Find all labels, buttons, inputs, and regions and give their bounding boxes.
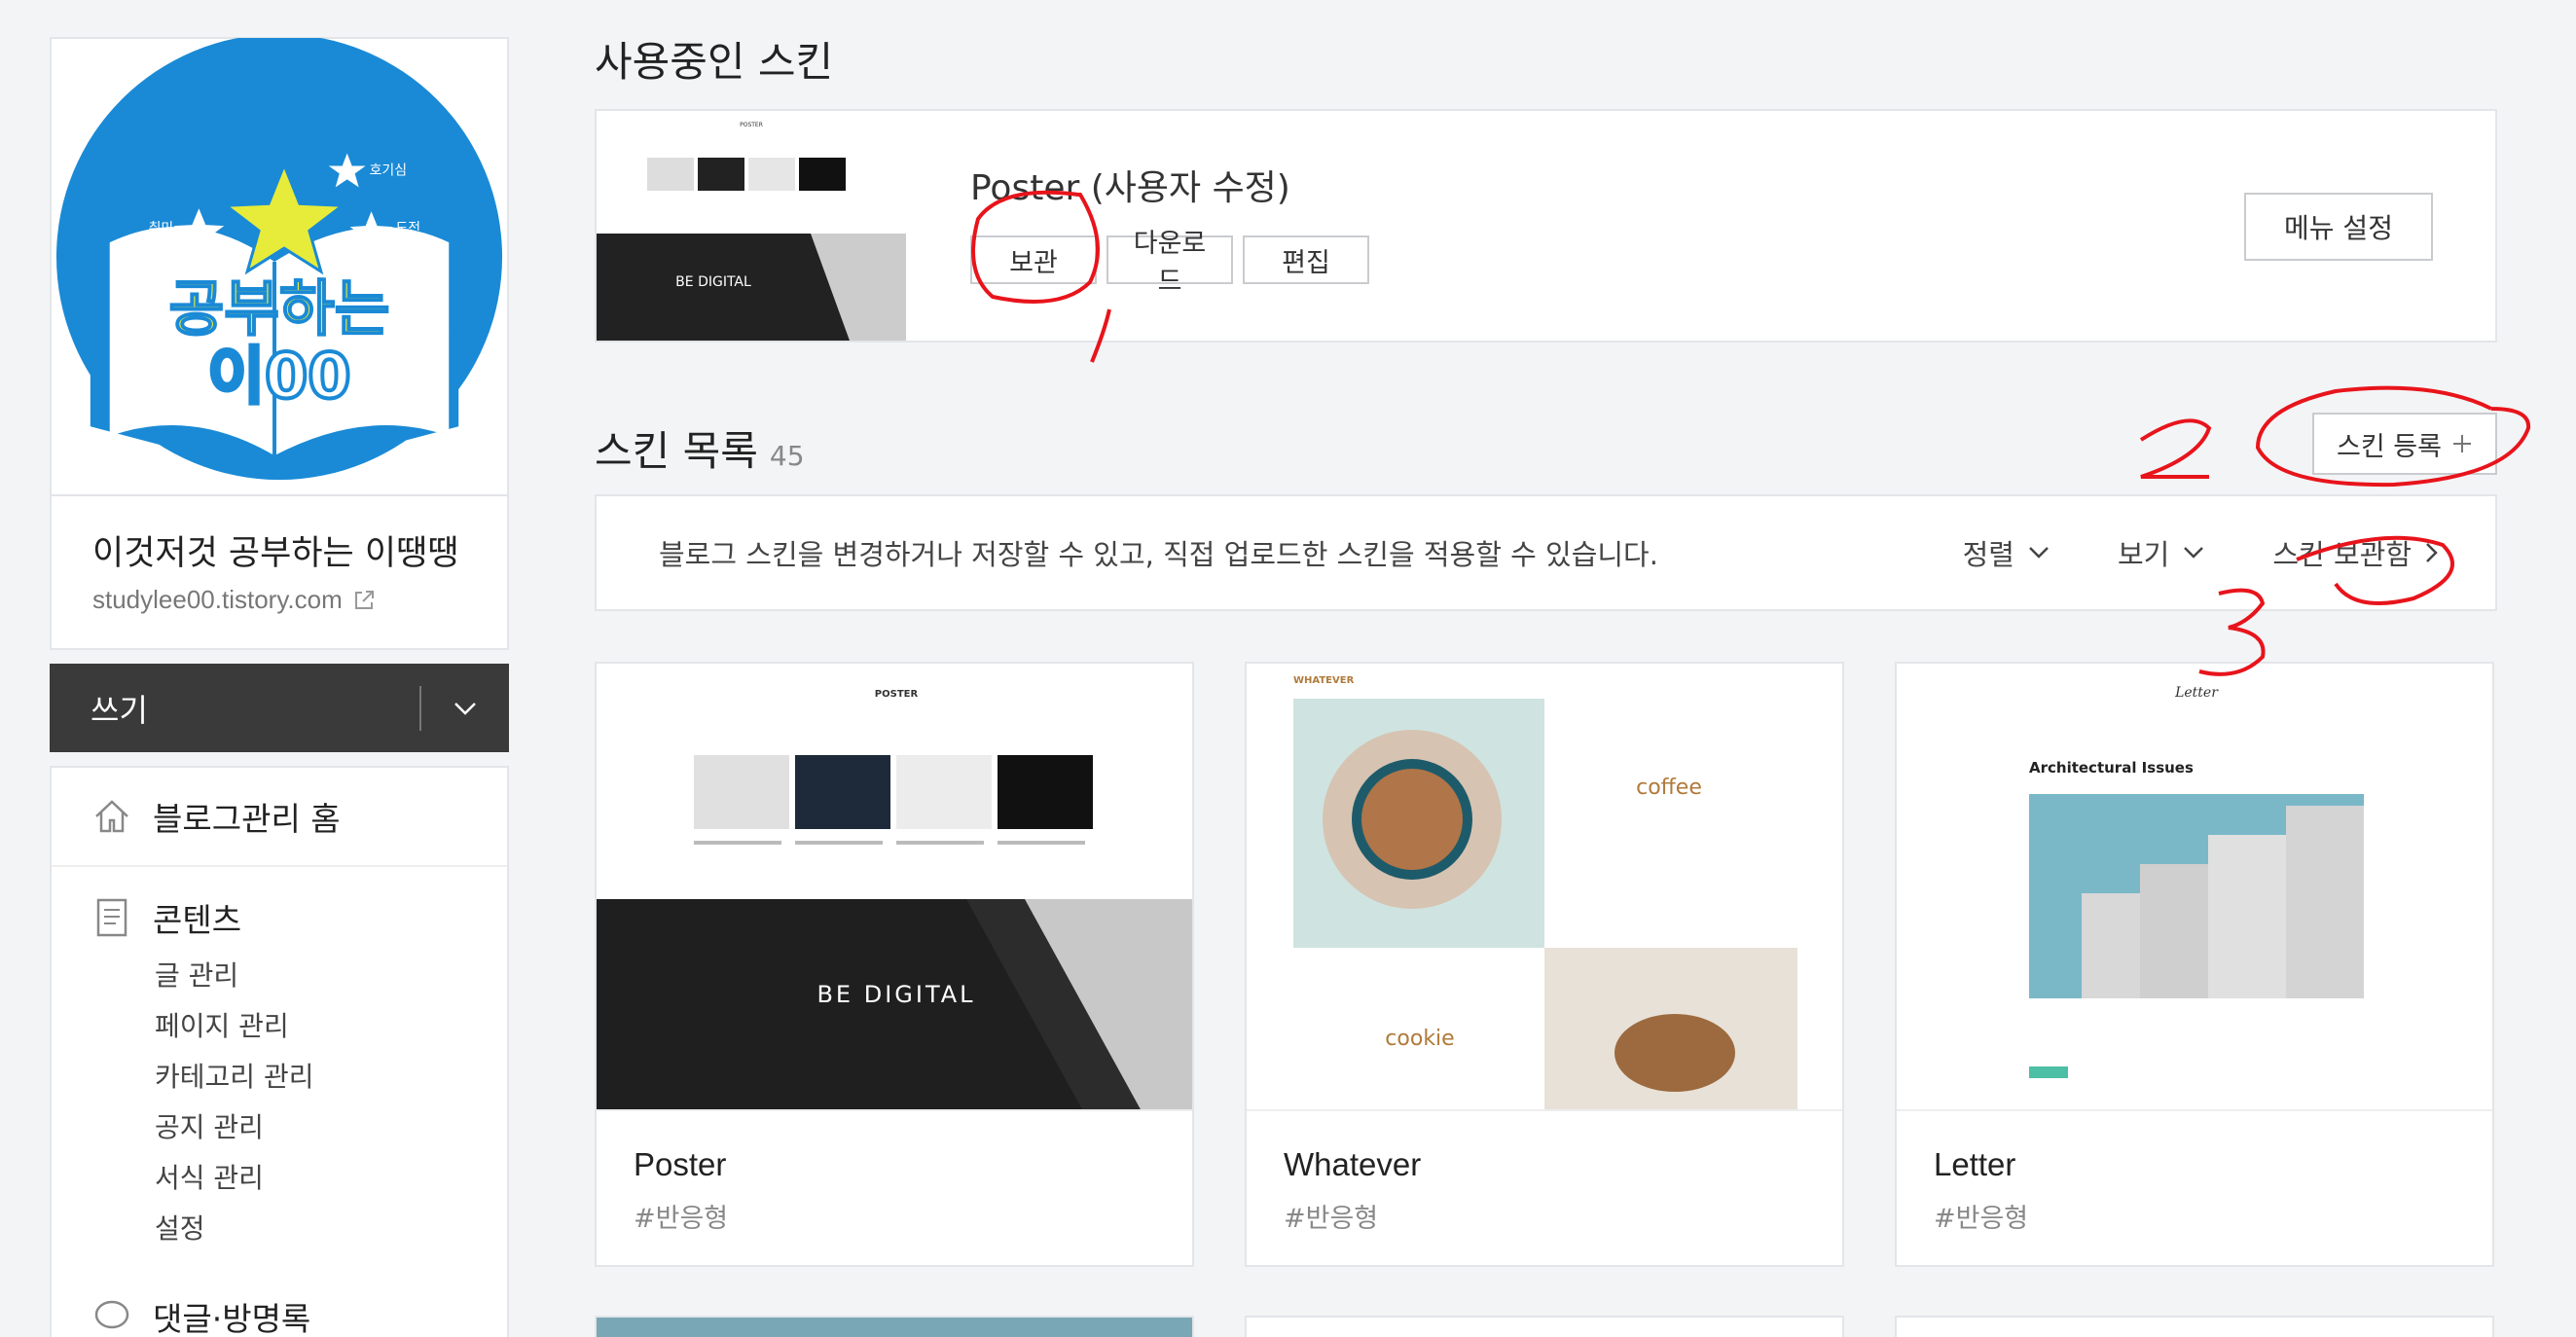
whatever-thumbnail-image: WHATEVER coffee cookie <box>1247 664 1842 1109</box>
skin-card[interactable]: Letter Architectural Issues Letter #반응형 <box>1895 662 2494 1267</box>
menu-item-notices[interactable]: 공지 관리 <box>155 1102 466 1153</box>
home-icon <box>95 800 128 833</box>
sort-label: 정렬 <box>1962 538 2014 571</box>
menu-blog-home-label: 블로그관리 홈 <box>153 800 341 838</box>
menu-contents-head[interactable]: 콘텐츠 <box>92 894 466 941</box>
skin-register-button[interactable]: 스킨 등록 <box>2312 413 2497 475</box>
letter-thumb-article: Architectural Issues <box>2029 759 2194 777</box>
skin-card[interactable] <box>1895 1316 2494 1337</box>
skin-card[interactable] <box>1245 1316 1844 1337</box>
skin-card[interactable] <box>595 1316 1194 1337</box>
skin-archive-link[interactable]: 스킨 보관함 <box>2272 532 2439 573</box>
skin-card-name: Poster <box>634 1146 727 1182</box>
profile-card: 호기심 취미 도전 공부하는 이00 이것저것 공부하는 이땡땡 studyle… <box>50 37 509 650</box>
menu-item-settings[interactable]: 설정 <box>155 1204 466 1254</box>
cs-thumb-hero: BE DIGITAL <box>675 274 751 290</box>
skin-card-name: Letter <box>1934 1146 2016 1182</box>
view-label: 보기 <box>2118 538 2170 571</box>
menu-item-categories[interactable]: 카테고리 관리 <box>155 1052 466 1102</box>
current-skin-thumbnail: POSTER BE DIGITAL <box>597 111 906 341</box>
sidebar: 호기심 취미 도전 공부하는 이00 이것저것 공부하는 이땡땡 studyle… <box>50 37 509 1337</box>
menu-contents-label: 콘텐츠 <box>153 901 242 939</box>
skin-archive-label: 스킨 보관함 <box>2272 538 2412 571</box>
blog-logo-image: 호기심 취미 도전 공부하는 이00 <box>56 38 502 480</box>
comment-icon <box>94 1300 129 1329</box>
sort-dropdown[interactable]: 정렬 <box>1963 532 2050 573</box>
external-link-icon <box>354 590 374 609</box>
menu-contents-items: 글 관리 페이지 관리 카테고리 관리 공지 관리 서식 관리 설정 <box>92 951 466 1254</box>
whatever-thumb-brand: WHATEVER <box>1293 675 1355 686</box>
admin-menu: 블로그관리 홈 콘텐츠 글 관리 페이지 관리 카테고리 관리 공지 관리 서식… <box>50 766 509 1337</box>
menu-item-pages[interactable]: 페이지 관리 <box>155 1001 466 1052</box>
skin-card-tag: #반응형 <box>634 1204 729 1234</box>
skin-list-title: 스킨 목록 <box>595 427 758 475</box>
menu-comments-label: 댓글·방명록 <box>153 1300 311 1337</box>
menu-item-templates[interactable]: 서식 관리 <box>155 1153 466 1204</box>
poster-thumb-header: POSTER <box>875 689 919 700</box>
skin-card-list: POSTER BE DIGITAL Poster #반응형 WHATEVER c… <box>595 662 2494 1267</box>
edit-button[interactable]: 편집 <box>1243 235 1369 284</box>
plus-icon <box>2452 435 2471 452</box>
write-button[interactable]: 쓰기 <box>50 686 419 731</box>
skin-card[interactable]: POSTER BE DIGITAL Poster #반응형 <box>595 662 1194 1267</box>
menu-contents-section: 콘텐츠 글 관리 페이지 관리 카테고리 관리 공지 관리 서식 관리 설정 <box>52 867 507 1254</box>
blog-name[interactable]: 이것저것 공부하는 이땡땡 <box>92 525 466 575</box>
logo-text-line2: 이00 <box>207 341 350 413</box>
blog-url-text: studylee00.tistory.com <box>92 585 343 614</box>
skin-card-name: Whatever <box>1284 1146 1422 1182</box>
skin-card-body: Whatever #반응형 <box>1247 1111 1842 1270</box>
skin-card-body: Letter #반응형 <box>1897 1111 2492 1270</box>
logo-badge-curiosity: 호기심 <box>370 163 407 178</box>
skin-card-thumbnail: WHATEVER coffee cookie <box>1247 664 1842 1111</box>
letter-thumbnail-image: Letter Architectural Issues <box>1897 664 2492 1109</box>
skin-card-tag: #반응형 <box>1284 1204 1379 1234</box>
chevron-down-icon <box>2184 547 2204 559</box>
chevron-down-icon <box>454 702 476 715</box>
skin-card[interactable]: WHATEVER coffee cookie Whatever #반응형 <box>1245 662 1844 1267</box>
chevron-down-icon <box>2029 547 2049 559</box>
whatever-thumb-coffee: coffee <box>1636 776 1702 800</box>
skin-list-count: 45 <box>769 440 805 472</box>
logo-badge-hobby: 취미 <box>149 221 174 236</box>
skin-card-tag: #반응형 <box>1934 1204 2029 1234</box>
poster-thumbnail-image: POSTER BE DIGITAL <box>597 664 1192 1109</box>
current-skin-heading: 사용중인 스킨 <box>595 38 834 86</box>
skin-info-text: 블로그 스킨을 변경하거나 저장할 수 있고, 직접 업로드한 스킨을 적용할 … <box>659 538 1658 571</box>
skin-card-list-next-row <box>595 1316 2494 1337</box>
menu-blog-home[interactable]: 블로그관리 홈 <box>52 768 507 867</box>
skin-card-thumbnail: POSTER BE DIGITAL <box>597 664 1192 1111</box>
skin-list-heading: 스킨 목록 45 <box>595 418 805 478</box>
cs-thumb-header: POSTER <box>740 122 763 128</box>
archive-button[interactable]: 보관 <box>970 235 1097 284</box>
chevron-right-icon <box>2426 543 2438 562</box>
blog-url-link[interactable]: studylee00.tistory.com <box>92 585 466 615</box>
skin-list-tools: 정렬 보기 스킨 보관함 <box>1963 532 2495 573</box>
write-dropdown-toggle[interactable] <box>421 702 509 715</box>
document-icon <box>96 898 127 937</box>
blog-logo[interactable]: 호기심 취미 도전 공부하는 이00 <box>52 38 507 496</box>
poster-preview-image: POSTER BE DIGITAL <box>597 111 906 341</box>
view-dropdown[interactable]: 보기 <box>2118 532 2204 573</box>
menu-comments-head[interactable]: 댓글·방명록 <box>52 1293 507 1337</box>
poster-thumb-hero: BE DIGITAL <box>816 981 975 1008</box>
logo-badge-challenge: 도전 <box>395 221 420 236</box>
write-button-bar: 쓰기 <box>50 664 509 752</box>
skin-card-thumbnail: Letter Architectural Issues <box>1897 664 2492 1111</box>
letter-thumb-brand: Letter <box>2174 685 2219 701</box>
current-skin-name: Poster (사용자 수정) <box>970 168 1290 208</box>
menu-item-posts[interactable]: 글 관리 <box>155 951 466 1001</box>
current-skin-actions: 보관 다운로드 편집 <box>970 229 1369 297</box>
menu-setting-button[interactable]: 메뉴 설정 <box>2244 193 2433 261</box>
logo-text-line1: 공부하는 <box>168 274 389 344</box>
skin-register-label: 스킨 등록 <box>2337 431 2442 462</box>
current-skin-panel: POSTER BE DIGITAL Poster (사용자 수정) 보관 다운로… <box>595 109 2497 343</box>
skin-card-body: Poster #반응형 <box>597 1111 1192 1270</box>
profile-info: 이것저것 공부하는 이땡땡 studylee00.tistory.com <box>52 496 507 648</box>
whatever-thumb-cookie: cookie <box>1385 1027 1454 1051</box>
download-button[interactable]: 다운로드 <box>1107 229 1233 297</box>
skin-info-bar: 블로그 스킨을 변경하거나 저장할 수 있고, 직접 업로드한 스킨을 적용할 … <box>595 494 2497 611</box>
